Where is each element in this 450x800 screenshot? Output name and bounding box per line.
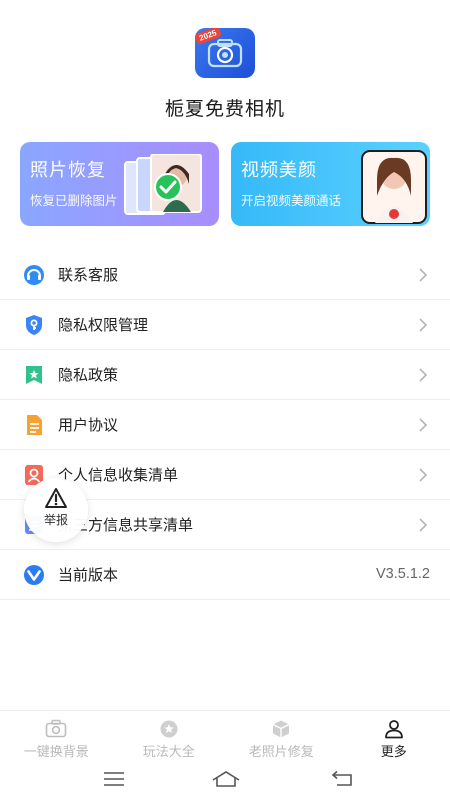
bookmark-star-icon	[22, 363, 46, 387]
person-icon	[384, 720, 403, 739]
headset-icon	[22, 263, 46, 287]
report-button[interactable]: 举报	[24, 478, 88, 542]
back-icon[interactable]	[331, 770, 355, 788]
app-logo: 2025	[195, 28, 255, 78]
camera-logo-icon	[207, 39, 243, 68]
menu-label: 用户协议	[58, 416, 119, 434]
menu-label: 当前版本	[58, 566, 119, 584]
tab-label: 老照片修复	[248, 745, 314, 760]
menu-item-user-agreement[interactable]: 用户协议	[0, 400, 450, 450]
photo-recovery-card[interactable]: 照片恢复 恢复已删除图片	[20, 142, 219, 226]
card-title: 视频美颜	[241, 160, 317, 181]
tab-change-background[interactable]: 一键换背景	[0, 711, 113, 764]
shield-key-icon	[22, 313, 46, 337]
card-subtitle: 开启视频美颜通话	[241, 193, 342, 208]
bottom-tab-bar: 一键换背景 玩法大全 老照片修复 更多	[0, 710, 450, 764]
menu-label: 联系客服	[58, 266, 119, 284]
chevron-right-icon	[419, 318, 428, 332]
app-name: 栀夏免费相机	[164, 98, 285, 120]
card-subtitle: 恢复已删除图片	[30, 193, 118, 208]
menu-label: 隐私政策	[58, 366, 119, 384]
tab-more[interactable]: 更多	[338, 711, 450, 764]
settings-menu: 联系客服 隐私权限管理 隐私政策 用户协议 个人信息收集清单 第三方信息共享清单…	[0, 250, 450, 600]
warning-icon	[45, 488, 67, 508]
menu-item-privacy-policy[interactable]: 隐私政策	[0, 350, 450, 400]
cube-icon	[272, 720, 290, 738]
version-icon	[22, 563, 46, 587]
chevron-right-icon	[419, 518, 428, 532]
report-label: 举报	[43, 513, 68, 527]
menu-item-current-version[interactable]: 当前版本 V3.5.1.2	[0, 550, 450, 600]
tab-old-photo-repair[interactable]: 老照片修复	[225, 711, 338, 764]
menu-label: 个人信息收集清单	[58, 466, 179, 484]
home-icon[interactable]	[211, 770, 241, 788]
document-icon	[22, 413, 46, 437]
card-title: 照片恢复	[30, 160, 106, 181]
camera-icon	[45, 719, 67, 738]
menu-item-contact-support[interactable]: 联系客服	[0, 250, 450, 300]
video-beauty-card[interactable]: 视频美颜 开启视频美颜通话	[231, 142, 430, 226]
system-nav-bar	[0, 764, 450, 800]
tab-label: 更多	[380, 745, 407, 760]
chevron-right-icon	[419, 418, 428, 432]
check-icon	[154, 173, 182, 201]
menu-item-privacy-permissions[interactable]: 隐私权限管理	[0, 300, 450, 350]
tab-label: 一键换背景	[23, 745, 89, 760]
menu-label: 隐私权限管理	[58, 316, 149, 334]
video-call-illustration	[361, 150, 427, 224]
chevron-right-icon	[419, 368, 428, 382]
version-value: V3.5.1.2	[375, 566, 430, 582]
chevron-right-icon	[419, 268, 428, 282]
chevron-right-icon	[419, 468, 428, 482]
tab-label: 玩法大全	[142, 745, 195, 760]
tab-gameplay[interactable]: 玩法大全	[113, 711, 226, 764]
menu-icon[interactable]	[103, 770, 125, 788]
star-circle-icon	[160, 720, 178, 738]
